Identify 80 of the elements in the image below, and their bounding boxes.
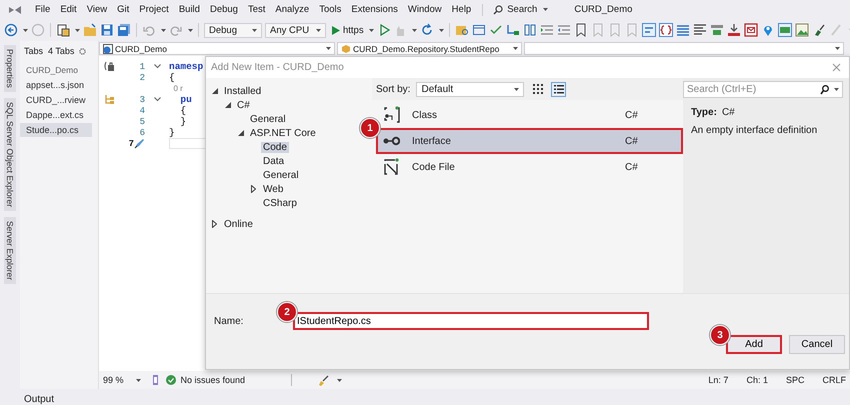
- menu-item[interactable]: Debug: [204, 4, 243, 15]
- line-number: 3: [140, 94, 145, 104]
- solution-title: CURD_Demo: [574, 4, 632, 15]
- search-button[interactable]: Search: [489, 4, 552, 15]
- template-description: An empty interface definition: [691, 125, 818, 136]
- template-row[interactable]: Code File C#: [376, 154, 683, 180]
- dialog-button[interactable]: Cancel: [789, 335, 845, 354]
- output-tab[interactable]: Output: [20, 394, 58, 405]
- category-item[interactable]: Installed: [222, 86, 264, 96]
- category-item[interactable]: General: [248, 114, 288, 124]
- group-label: CURD_Demo: [25, 64, 79, 77]
- configuration-dropdown[interactable]: Debug: [204, 22, 262, 38]
- category-item[interactable]: Online: [222, 218, 255, 230]
- line-number: 6: [140, 128, 145, 138]
- side-tab[interactable]: SQL Server Object Explorer: [4, 98, 16, 211]
- step-number: 1: [360, 118, 380, 138]
- platform-dropdown[interactable]: Any CPU: [265, 22, 326, 38]
- code-text: }: [179, 116, 186, 127]
- file-tab[interactable]: CURD_...rview: [20, 93, 98, 107]
- line-ending[interactable]: CRLF: [822, 375, 846, 385]
- side-tab[interactable]: Properties: [4, 45, 16, 92]
- code-text: pu: [179, 94, 192, 105]
- category-item[interactable]: General: [261, 170, 301, 180]
- sort-label: Sort by:: [376, 84, 410, 94]
- template-name: Interface: [412, 136, 452, 146]
- reference-count[interactable]: 0 r: [169, 84, 183, 93]
- type-label: Type:: [691, 107, 717, 118]
- template-language: C#: [625, 136, 639, 146]
- template-language: C#: [625, 162, 639, 172]
- menu-item[interactable]: Edit: [55, 4, 82, 15]
- category-item[interactable]: Data: [261, 156, 286, 166]
- code-text: {: [169, 72, 175, 83]
- template-name: Class: [412, 110, 438, 120]
- sort-dropdown[interactable]: Default: [416, 82, 524, 96]
- line-number: 4: [140, 106, 145, 116]
- menu-item[interactable]: File: [30, 4, 56, 15]
- zoom-dropdown[interactable]: 99 %: [103, 375, 141, 385]
- menu-item[interactable]: Help: [446, 4, 476, 15]
- line-number: 2: [140, 72, 145, 82]
- step-number: 2: [277, 302, 297, 322]
- file-tab[interactable]: Dappe...ext.cs: [20, 108, 98, 122]
- menu-item[interactable]: Analyze: [270, 4, 314, 15]
- side-tab[interactable]: Server Explorer: [4, 216, 16, 284]
- menu-item[interactable]: Tools: [314, 4, 346, 15]
- type-dropdown[interactable]: CURD_Demo.Repository.StudentRepo: [337, 42, 522, 55]
- menu-item[interactable]: Window: [402, 4, 447, 15]
- template-name: Code File: [412, 162, 456, 172]
- menu-item[interactable]: Project: [134, 4, 174, 15]
- line-number: 7: [128, 138, 134, 148]
- line-number: 5: [140, 116, 145, 126]
- type-value: C#: [722, 107, 735, 118]
- category-item[interactable]: Code: [261, 142, 289, 152]
- run-button[interactable]: https: [329, 24, 376, 36]
- menu-item[interactable]: Build: [174, 4, 205, 15]
- code-text: namesp: [169, 61, 204, 72]
- dialog-title: Add New Item - CURD_Demo: [211, 62, 344, 73]
- tab-count: 4 Tabs: [48, 46, 74, 56]
- file-tab[interactable]: appset...s.json: [20, 78, 98, 92]
- menu-item[interactable]: View: [82, 4, 112, 15]
- category-item[interactable]: ASP.NET Core: [248, 128, 318, 138]
- category-item[interactable]: Web: [261, 184, 286, 194]
- project-dropdown[interactable]: CURD_Demo: [99, 42, 335, 55]
- column-position[interactable]: Ch: 1: [746, 375, 768, 385]
- category-item[interactable]: C#: [235, 100, 252, 110]
- file-tab[interactable]: Stude...po.cs: [20, 123, 92, 137]
- code-text: {: [179, 105, 186, 116]
- name-label: Name:: [214, 316, 244, 326]
- issues-status: No issues found: [180, 375, 246, 385]
- line-number: 1: [140, 62, 145, 72]
- menu-item[interactable]: Extensions: [346, 4, 403, 15]
- panel-title: Tabs: [24, 46, 44, 56]
- code-text: }: [169, 127, 175, 138]
- menu-item[interactable]: Git: [112, 4, 134, 15]
- line-position[interactable]: Ln: 7: [708, 375, 728, 385]
- indent-mode[interactable]: SPC: [786, 375, 804, 385]
- template-language: C#: [625, 110, 639, 120]
- menu-item[interactable]: Test: [242, 4, 270, 15]
- search-field[interactable]: Search (Ctrl+E): [683, 81, 843, 98]
- category-item[interactable]: CSharp: [261, 198, 299, 208]
- step-number: 3: [710, 325, 730, 345]
